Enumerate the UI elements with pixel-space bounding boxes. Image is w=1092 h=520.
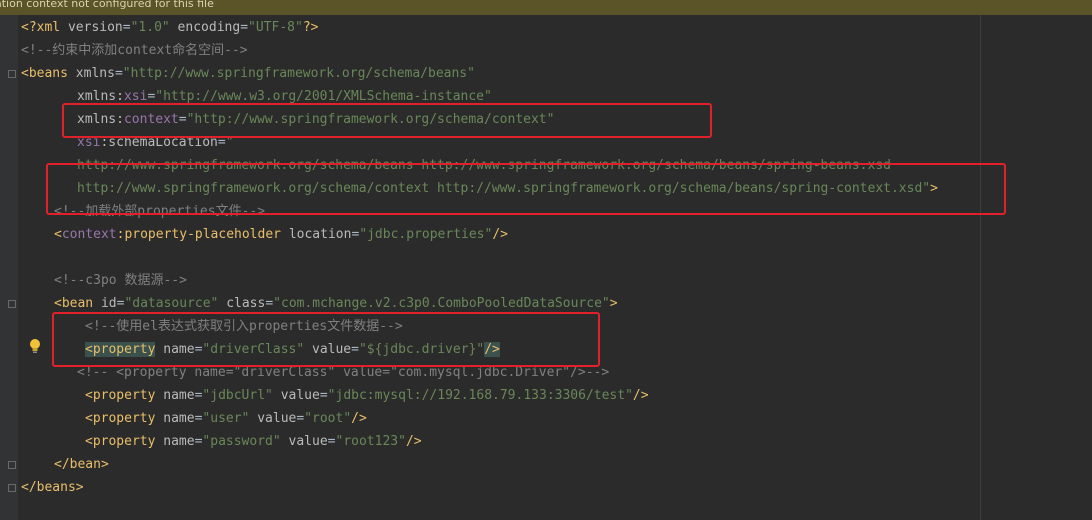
fold-marker-icon[interactable] bbox=[8, 70, 16, 78]
code-line-19: <property name="password" value="root123… bbox=[85, 434, 422, 449]
fold-end-marker-icon[interactable] bbox=[8, 484, 16, 492]
code-line-20: </bean> bbox=[54, 457, 109, 472]
editor-gutter[interactable] bbox=[0, 15, 18, 520]
code-line-3: <beans xmlns="http://www.springframework… bbox=[21, 66, 475, 81]
code-line-18: <property name="user" value="root"/> bbox=[85, 411, 367, 426]
code-line-12: <!--c3po 数据源--> bbox=[54, 273, 187, 288]
code-line-1: <?xml version="1.0" encoding="UTF-8"?> bbox=[21, 20, 319, 35]
fold-end-marker-icon[interactable] bbox=[8, 461, 16, 469]
fold-marker-icon[interactable] bbox=[8, 300, 16, 308]
code-line-2: <!--约束中添加context命名空间--> bbox=[21, 43, 248, 58]
editor-notification-banner: ation context not configured for this fi… bbox=[0, 0, 1092, 15]
highlight-box-context-namespace bbox=[62, 103, 712, 138]
code-line-10: <context:property-placeholder location="… bbox=[54, 227, 508, 242]
code-editor[interactable]: <?xml version="1.0" encoding="UTF-8"?> <… bbox=[18, 15, 1092, 520]
highlight-box-el-property bbox=[52, 312, 600, 367]
highlight-box-schema-location bbox=[46, 163, 1006, 215]
code-line-17: <property name="jdbcUrl" value="jdbc:mys… bbox=[85, 388, 649, 403]
code-line-21: </beans> bbox=[21, 480, 84, 495]
banner-text: ation context not configured for this fi… bbox=[0, 0, 214, 10]
